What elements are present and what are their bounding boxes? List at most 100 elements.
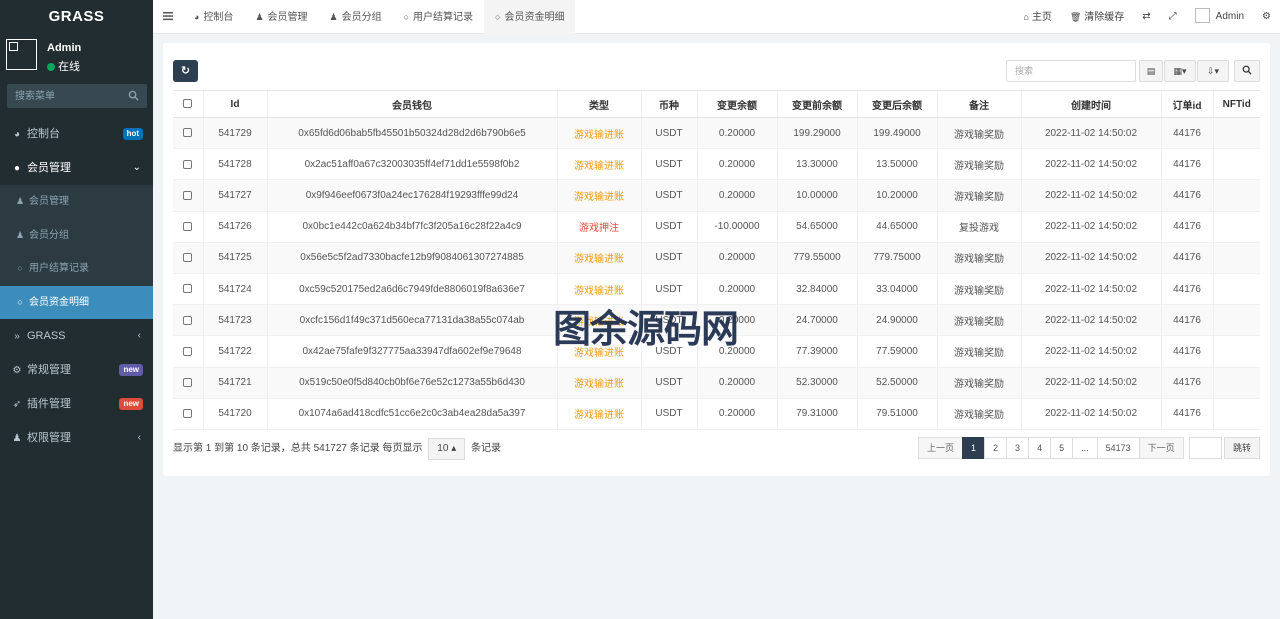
row-checkbox[interactable] xyxy=(183,190,193,200)
page-button[interactable]: 54173 xyxy=(1096,437,1140,459)
page-ellipsis: ... xyxy=(1072,437,1098,459)
page-size-select[interactable]: 10 ▴ xyxy=(428,438,466,460)
toggle-view-button[interactable]: ▤ xyxy=(1139,60,1163,82)
tab-member-group[interactable]: ♟ 会员分组 xyxy=(319,0,393,34)
sidebar-item-dashboard[interactable]: ◕ 控制台 hot xyxy=(0,117,153,151)
row-checkbox[interactable] xyxy=(183,128,193,138)
col-header-wallet[interactable]: 会员钱包 xyxy=(266,90,557,118)
goto-page-button[interactable]: 跳转 xyxy=(1224,437,1260,459)
page-button[interactable]: 5 xyxy=(1050,437,1074,459)
select-all-checkbox[interactable] xyxy=(183,99,193,109)
users-icon: ♟ xyxy=(329,12,338,22)
col-header-currency[interactable]: 币种 xyxy=(640,90,697,118)
page-button[interactable]: 1 xyxy=(962,437,986,459)
table-row[interactable]: 541726 0x0bc1e442c0a624b34bf7fc3f205a16c… xyxy=(173,211,1260,243)
sidebar-item-general[interactable]: ⚙ 常规管理 new xyxy=(0,353,153,387)
row-checkbox-cell xyxy=(173,367,203,399)
row-checkbox[interactable] xyxy=(183,346,193,356)
user-menu[interactable]: Admin xyxy=(1186,0,1253,34)
brand-logo[interactable]: GRASS xyxy=(0,0,153,33)
menu-toggle-icon[interactable] xyxy=(163,11,173,21)
goto-page-input[interactable] xyxy=(1189,437,1222,459)
row-checkbox[interactable] xyxy=(183,253,193,263)
cell-nft-id xyxy=(1212,367,1260,399)
col-header-after[interactable]: 变更后余额 xyxy=(856,90,937,118)
pagination: 上一页 1 2 3 4 5 ... 54173 下一页 xyxy=(918,437,1184,459)
cell-wallet: 0xc59c520175ed2a6d6c7949fde8806019f8a636… xyxy=(266,273,557,306)
menu-search-input[interactable] xyxy=(7,84,117,108)
advanced-search-button[interactable] xyxy=(1234,60,1260,82)
row-checkbox-cell xyxy=(173,211,203,243)
table-row[interactable]: 541728 0x2ac51aff0a67c32003035ff4ef71dd1… xyxy=(173,148,1260,181)
table-row[interactable]: 541720 0x1074a6ad418cdfc51cc6e2c0c3ab4ea… xyxy=(173,398,1260,430)
table-row[interactable]: 541721 0x519c50e0f5d840cb0bf6e76e52c1273… xyxy=(173,367,1260,399)
cell-before: 77.39000 xyxy=(776,335,857,368)
circle-icon: ○ xyxy=(403,12,410,22)
prev-page-button[interactable]: 上一页 xyxy=(918,437,964,459)
col-header-created[interactable]: 创建时间 xyxy=(1020,90,1161,118)
row-checkbox[interactable] xyxy=(183,377,193,387)
table-row[interactable]: 541725 0x56e5c5f2ad7330bacfe12b9f9084061… xyxy=(173,242,1260,274)
page-button[interactable]: 3 xyxy=(1006,437,1030,459)
sidebar-item-permissions[interactable]: ♟ 权限管理 ‹ xyxy=(0,421,153,455)
clear-cache-button[interactable]: 🗑 清除缓存 xyxy=(1061,0,1133,35)
caret-up-icon: ▴ xyxy=(451,443,457,454)
cell-after: 33.04000 xyxy=(856,273,937,306)
cell-wallet: 0x2ac51aff0a67c32003035ff4ef71dd1e5598f0… xyxy=(266,148,557,181)
refresh-button[interactable]: ↻ xyxy=(173,60,198,82)
cell-change: -10.00000 xyxy=(696,211,777,243)
row-checkbox[interactable] xyxy=(183,222,193,232)
row-checkbox-cell xyxy=(173,304,203,337)
tab-dashboard[interactable]: ◕ 控制台 xyxy=(183,0,244,34)
row-checkbox[interactable] xyxy=(183,284,193,294)
tab-settlement[interactable]: ○ 用户结算记录 xyxy=(393,0,484,34)
refresh-icon: ↻ xyxy=(180,65,191,77)
row-checkbox[interactable] xyxy=(183,159,193,169)
member-submenu: ♟ 会员管理 ♟ 会员分组 ○ 用户结算记录 ○ 会员资金明细 xyxy=(0,185,153,319)
col-header-nft-id[interactable]: NFTid xyxy=(1212,90,1260,118)
search-icon[interactable] xyxy=(128,90,139,101)
cell-change: 0.20000 xyxy=(696,398,777,430)
cell-remark: 游戏输奖励 xyxy=(936,179,1021,212)
col-header-change[interactable]: 变更余额 xyxy=(696,90,777,118)
pagination-info: 显示第 1 到第 10 条记录，总共 541727 条记录 每页显示 10 ▴ … xyxy=(173,438,501,460)
cell-wallet: 0x0bc1e442c0a624b34bf7fc3f205a16c28f22a4… xyxy=(266,211,557,243)
submenu-item-member-group[interactable]: ♟ 会员分组 xyxy=(0,219,153,253)
sidebar-item-member[interactable]: ● 会员管理 ⌄ xyxy=(0,151,153,185)
new-badge: new xyxy=(119,364,143,376)
table-row[interactable]: 541729 0x65fd6d06bab5fb45501b50324d28d2d… xyxy=(173,117,1260,150)
sidebar-item-grass[interactable]: » GRASS ‹ xyxy=(0,319,153,353)
row-checkbox[interactable] xyxy=(183,315,193,325)
col-header-before[interactable]: 变更前余额 xyxy=(776,90,857,118)
cell-order-id: 44176 xyxy=(1160,335,1213,368)
page-button[interactable]: 4 xyxy=(1028,437,1052,459)
table-row[interactable]: 541727 0x9f946eef0673f0a24ec176284f19293… xyxy=(173,179,1260,212)
col-header-type[interactable]: 类型 xyxy=(556,90,641,118)
col-header-order-id[interactable]: 订单id xyxy=(1160,90,1213,118)
submenu-item-member-manage[interactable]: ♟ 会员管理 xyxy=(0,185,153,219)
export-button[interactable]: ⇩▾ xyxy=(1197,60,1229,82)
row-checkbox[interactable] xyxy=(183,409,193,419)
table-search-input[interactable]: 搜索 xyxy=(1006,60,1136,82)
fullscreen-button[interactable]: ⤢ xyxy=(1160,0,1186,34)
home-link[interactable]: ⌂ 主页 xyxy=(1014,0,1060,35)
sidebar-menu: ◕ 控制台 hot ● 会员管理 ⌄ ♟ 会员管理 ♟ 会员分组 ○ 用户结算记录 ○ 会员… xyxy=(0,117,153,455)
cell-currency: USDT xyxy=(640,398,697,430)
col-header-id[interactable]: Id xyxy=(202,90,267,118)
tab-member-manage[interactable]: ♟ 会员管理 xyxy=(244,0,318,34)
language-button[interactable]: ⇄ xyxy=(1133,0,1159,34)
sidebar-item-plugins[interactable]: ➶ 插件管理 new xyxy=(0,387,153,421)
settings-button[interactable]: ⚙ xyxy=(1253,0,1280,34)
submenu-item-fund-detail[interactable]: ○ 会员资金明细 xyxy=(0,285,153,319)
page-button[interactable]: 2 xyxy=(984,437,1008,459)
tab-fund-detail[interactable]: ○ 会员资金明细 xyxy=(484,0,576,34)
dashboard-icon: ◕ xyxy=(13,129,21,140)
cell-created: 2022-11-02 14:50:02 xyxy=(1020,242,1161,274)
submenu-item-settlement[interactable]: ○ 用户结算记录 xyxy=(0,252,153,286)
user-name: Admin xyxy=(47,42,82,54)
gears-icon: ⚙ xyxy=(1262,11,1271,22)
col-header-remark[interactable]: 备注 xyxy=(936,90,1021,118)
cell-currency: USDT xyxy=(640,148,697,181)
next-page-button[interactable]: 下一页 xyxy=(1138,437,1184,459)
columns-button[interactable]: ▦▾ xyxy=(1164,60,1196,82)
